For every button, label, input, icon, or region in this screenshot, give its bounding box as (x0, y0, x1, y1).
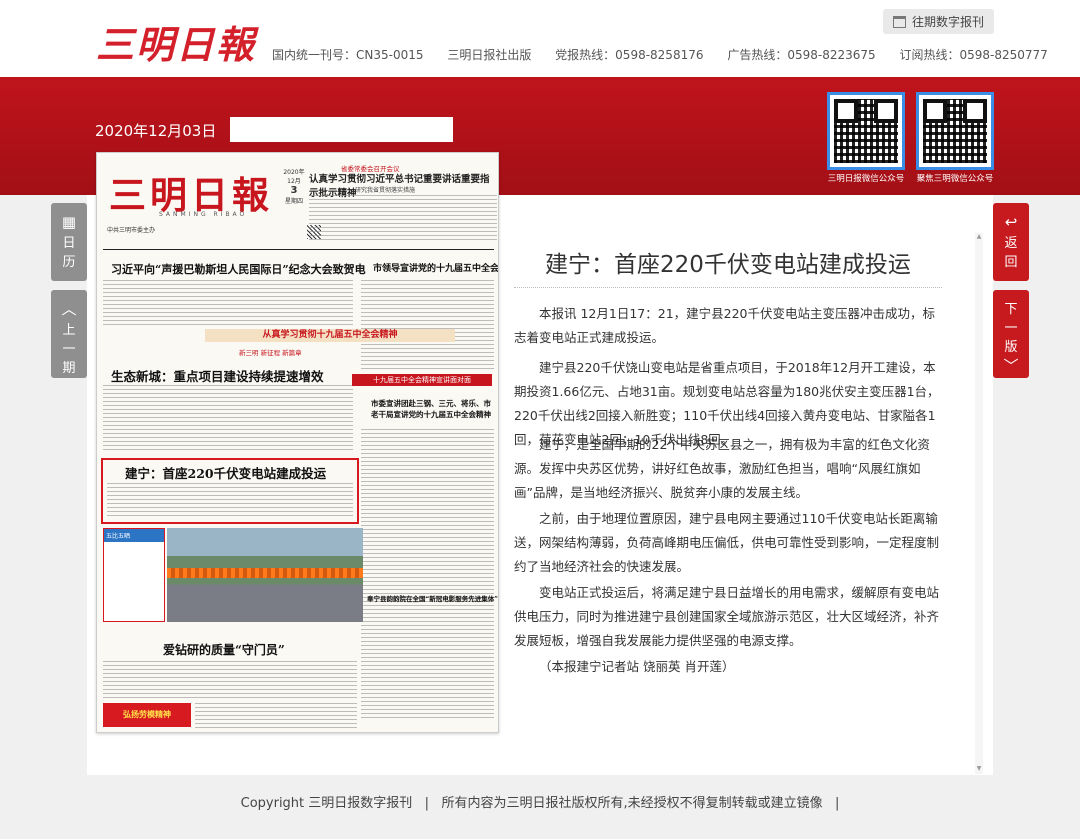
scroll-up-icon[interactable]: ▲ (975, 233, 983, 240)
issue-date: 2020年12月03日 (95, 122, 217, 140)
paper-text-block (103, 385, 353, 453)
article-scrollbar[interactable] (975, 233, 983, 774)
paper-headline-7[interactable]: 奉宁县韵韵院在全国“新冠电影服务先进集体”称号 (367, 593, 498, 603)
paper-text-block (195, 703, 357, 729)
qr-code-focus-sanming (916, 92, 994, 170)
tab-char: 期 (62, 361, 76, 376)
footer: Copyright 三明日报数字报刊 | 所有内容为三明日报社版权所有,未经授权… (0, 775, 1080, 839)
return-icon: ↩ (1004, 213, 1018, 231)
title-divider (514, 287, 942, 288)
paper-headline-2[interactable]: 市领导宣讲党的十九届五中全会精神 (373, 261, 498, 274)
paper-photo (167, 528, 363, 622)
article-paragraph: 变电站正式投运后，将满足建宁县日益增长的用电需求，缓解原有变电站供电压力，同时为… (514, 585, 940, 648)
archive-button-label: 往期数字报刊 (911, 15, 984, 29)
paper-date-year: 2020年12月 (283, 169, 305, 185)
article-byline: （本报建宁记者站 饶丽英 肖开莲） (539, 659, 735, 674)
paper-text-block (107, 483, 353, 519)
paper-date: 2020年12月 3 星期四 (283, 167, 305, 205)
paper-headline-3[interactable]: 生态新城：重点项目建设持续提速增效 (111, 366, 324, 385)
paper-text-block (103, 661, 357, 699)
paper-headline-6[interactable]: 爱钻研的质量“守门员” (163, 641, 285, 658)
paper-byline: 新三明 新征程 新篇章 (239, 349, 302, 357)
paper-text-block (309, 195, 497, 243)
back-tab[interactable]: ↩ 返 回 (993, 203, 1029, 281)
paper-top-subhead: 研究我省贯彻落实措施 (355, 187, 416, 194)
tab-char: 回 (1004, 255, 1018, 270)
chevron-up-icon: ︿ (61, 300, 77, 318)
paper-headline-1[interactable]: 习近平向“声援巴勒斯坦人民国际日”纪念大会致贺电 (111, 261, 366, 277)
paper-headline-4[interactable]: 市委宣讲团赴三钢、三元、将乐、市老干局宣讲党的十九届五中全会精神 (371, 398, 491, 420)
tab-char: 返 (1004, 236, 1018, 251)
tab-char: 一 (62, 342, 76, 357)
calendar-icon: ▦ (61, 213, 77, 231)
tab-char: 历 (62, 255, 76, 270)
paper-badge: 十九届五中全会精神宣讲面对面 (352, 374, 492, 386)
header: 三明日報 往期数字报刊 国内统一刊号：CN35-0015 三明日报社出版 党报热… (0, 0, 1080, 77)
calendar-tab[interactable]: ▦ 日 历 (51, 203, 87, 281)
qr-label: 三明日报微信公众号 (827, 174, 905, 184)
info-publisher: 三明日报社出版 (447, 48, 532, 62)
paper-headline-5[interactable]: 建宁：首座220千伏变电站建成投运 (125, 463, 326, 482)
tab-char: 上 (62, 323, 76, 338)
paper-rule (103, 249, 494, 250)
paper-left-box: 五比五晒 (103, 528, 165, 622)
paper-pinyin: SANMING RIBAO (159, 211, 248, 218)
info-party-hotline: 党报热线：0598-8258176 (555, 48, 704, 62)
paper-left-badge: 五比五晒 (104, 529, 164, 542)
paper-date-week: 星期四 (284, 198, 303, 205)
info-bar: 国内统一刊号：CN35-0015 三明日报社出版 党报热线：0598-82581… (272, 46, 1048, 63)
scroll-down-icon[interactable]: ▼ (975, 765, 983, 772)
paper-banner: 从真学习贯彻十九届五中全会精神 (205, 329, 455, 342)
tab-char: 日 (62, 236, 76, 251)
prev-issue-tab[interactable]: ︿ 上 一 期 (51, 290, 87, 378)
info-subscribe-hotline: 订阅热线：0598-8250777 (899, 48, 1048, 62)
tab-char: 下 (1004, 302, 1018, 317)
paper-text-block (361, 280, 494, 370)
tab-char: 一 (1004, 321, 1018, 336)
search-input[interactable] (230, 117, 453, 142)
site-logo[interactable]: 三明日報 (96, 14, 256, 69)
paper-bottom-badge: 弘扬劳模精神 (103, 703, 191, 727)
info-ad-hotline: 广告热线：0598-8223675 (727, 48, 876, 62)
qr-code-sanming-daily (827, 92, 905, 170)
qr-label: 聚焦三明微信公众号 (916, 174, 994, 184)
tab-char: 版 (1004, 340, 1018, 355)
paper-text-block (361, 429, 494, 719)
paper-date-day: 3 (290, 185, 298, 196)
footer-copyright: Copyright 三明日报数字报刊 | 所有内容为三明日报社版权所有,未经授权… (240, 796, 840, 811)
article-title: 建宁：首座220千伏变电站建成投运 (545, 252, 911, 278)
article-paragraph: 本报讯 12月1日17：21，建宁县220千伏变电站主变压器冲击成功，标志着变电… (514, 306, 936, 345)
archive-button[interactable]: 往期数字报刊 (882, 9, 994, 34)
next-page-tab[interactable]: 下 一 版 ﹀ (993, 290, 1029, 378)
article-paragraph: 之前，由于地理位置原因，建宁县电网主要通过110千伏变电站长距离输送，网架结构薄… (514, 511, 940, 574)
paper-text-block (103, 280, 353, 325)
newspaper-page-image[interactable]: 三明日報 SANMING RIBAO 中共三明市委主办 2020年12月 3 星… (96, 152, 499, 733)
calendar-icon (892, 15, 906, 28)
paper-publisher: 中共三明市委主办 (107, 227, 156, 234)
article-paragraph: 建宁，是全国早期的22个中央苏区县之一，拥有极为丰富的红色文化资源。发挥中央苏区… (514, 437, 930, 500)
chevron-down-icon: ﹀ (1003, 357, 1019, 375)
info-issn: 国内统一刊号：CN35-0015 (272, 48, 424, 62)
